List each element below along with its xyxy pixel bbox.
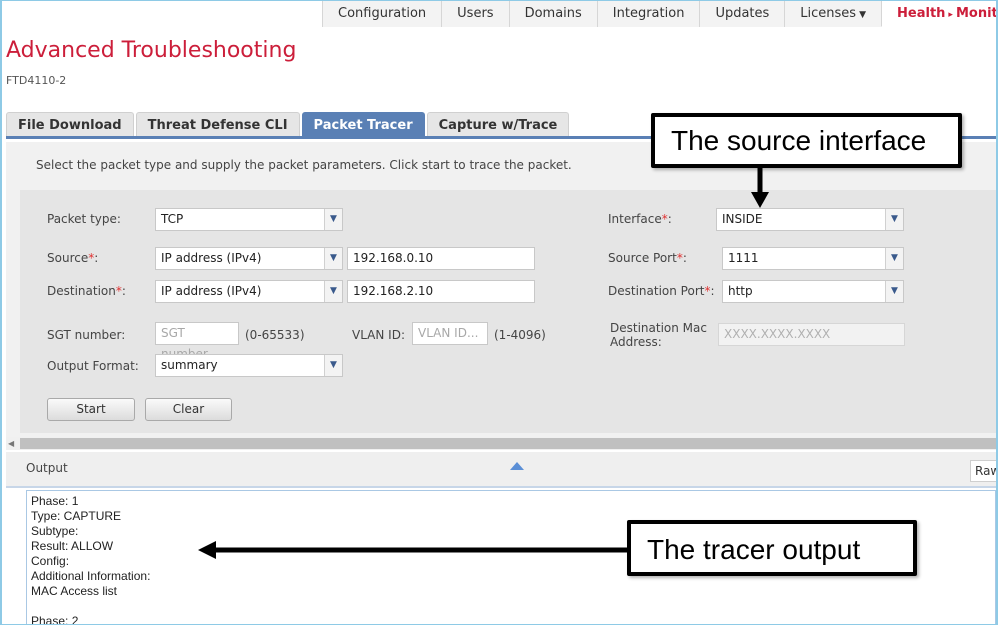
packet-type-select[interactable]: TCP ▼ bbox=[155, 208, 343, 231]
caret-down-icon: ▼ bbox=[859, 10, 867, 20]
destination-mac-label: Destination Mac Address: bbox=[610, 321, 707, 349]
output-line: Phase: 1 bbox=[31, 494, 79, 508]
output-format-select[interactable]: summary ▼ bbox=[155, 354, 343, 377]
scroll-left-icon[interactable]: ◀ bbox=[8, 437, 14, 450]
label-colon: : bbox=[121, 284, 126, 298]
nav-integration[interactable]: Integration bbox=[596, 0, 700, 27]
start-button[interactable]: Start bbox=[47, 398, 135, 421]
source-type-select[interactable]: IP address (IPv4) ▼ bbox=[155, 247, 343, 270]
device-name: FTD4110-2 bbox=[6, 74, 67, 87]
source-port-value: 1111 bbox=[728, 251, 759, 265]
destination-label: Destination*: bbox=[47, 284, 126, 298]
source-label-text: Source bbox=[47, 251, 89, 265]
nav-licenses-label: Licenses bbox=[800, 6, 857, 21]
output-label: Output bbox=[26, 461, 68, 475]
page-title: Advanced Troubleshooting bbox=[6, 38, 297, 63]
source-port-select[interactable]: 1111 ▼ bbox=[722, 247, 904, 270]
vlan-id-input[interactable]: VLAN ID... bbox=[412, 322, 488, 345]
packet-type-value: TCP bbox=[161, 212, 184, 226]
vlan-range: (1-4096) bbox=[494, 328, 546, 342]
tab-file-download[interactable]: File Download bbox=[6, 112, 134, 137]
chevron-down-icon: ▼ bbox=[885, 281, 903, 302]
interface-value: INSIDE bbox=[722, 212, 763, 226]
destination-type-value: IP address (IPv4) bbox=[161, 284, 262, 298]
chevron-down-icon: ▼ bbox=[324, 355, 342, 376]
source-type-value: IP address (IPv4) bbox=[161, 251, 262, 265]
destination-ip-input[interactable]: 192.168.2.10 bbox=[347, 280, 535, 303]
destination-port-value: http bbox=[728, 284, 753, 298]
source-port-label: Source Port*: bbox=[608, 251, 687, 265]
sgt-number-input[interactable]: SGT number. bbox=[155, 322, 239, 361]
chevron-down-icon: ▼ bbox=[885, 209, 903, 230]
output-line: Phase: 2 bbox=[31, 614, 79, 625]
destination-label-text: Destination bbox=[47, 284, 116, 298]
chevron-down-icon: ▼ bbox=[324, 209, 342, 230]
output-header: Output Raw bbox=[6, 452, 998, 488]
horizontal-scrollbar[interactable]: ◀ bbox=[6, 437, 996, 450]
nav-integration-label: Integration bbox=[612, 6, 685, 21]
source-label: Source*: bbox=[47, 251, 98, 265]
sgt-range: (0-65533) bbox=[245, 328, 305, 342]
tab-bar: File Download Threat Defense CLI Packet … bbox=[6, 112, 571, 137]
source-port-label-text: Source Port bbox=[608, 251, 677, 265]
chevron-down-icon: ▼ bbox=[324, 248, 342, 269]
nav-monitor-label: Monitor bbox=[955, 6, 998, 21]
instructions-text: Select the packet type and supply the pa… bbox=[36, 158, 572, 172]
nav-health-label: Health bbox=[897, 6, 946, 21]
destination-mac-label-line1: Destination Mac bbox=[610, 321, 707, 335]
label-colon: : bbox=[682, 251, 687, 265]
label-colon: : bbox=[94, 251, 99, 265]
destination-mac-label-line2: Address: bbox=[610, 335, 662, 349]
nav-users[interactable]: Users bbox=[441, 0, 509, 27]
tab-packet-tracer[interactable]: Packet Tracer bbox=[301, 112, 425, 137]
destination-type-select[interactable]: IP address (IPv4) ▼ bbox=[155, 280, 343, 303]
top-navigation: Configuration Users Domains Integration … bbox=[322, 0, 998, 27]
clear-button[interactable]: Clear bbox=[145, 398, 232, 421]
output-format-toggle[interactable]: Raw bbox=[970, 460, 998, 482]
nav-updates[interactable]: Updates bbox=[699, 0, 785, 27]
chevron-down-icon: ▼ bbox=[324, 281, 342, 302]
sgt-label: SGT number: bbox=[47, 328, 126, 342]
vlan-label: VLAN ID: bbox=[352, 328, 405, 342]
chevron-down-icon: ▼ bbox=[885, 248, 903, 269]
nav-licenses[interactable]: Licenses ▼ bbox=[784, 0, 882, 27]
nav-domains-label: Domains bbox=[524, 6, 582, 21]
destination-port-label-text: Destination Port bbox=[608, 284, 705, 298]
destination-mac-input[interactable]: XXXX.XXXX.XXXX bbox=[718, 323, 905, 346]
tab-capture-with-trace[interactable]: Capture w/Trace bbox=[426, 112, 570, 137]
collapse-up-icon[interactable] bbox=[510, 462, 524, 470]
destination-port-select[interactable]: http ▼ bbox=[722, 280, 904, 303]
output-line: MAC Access list bbox=[31, 584, 118, 598]
interface-select[interactable]: INSIDE ▼ bbox=[716, 208, 904, 231]
nav-health-monitor[interactable]: Health▸Monitor bbox=[881, 0, 998, 27]
source-ip-input[interactable]: 192.168.0.10 bbox=[347, 247, 535, 270]
annotation-tracer-output: The tracer output bbox=[627, 520, 917, 576]
label-colon: : bbox=[667, 212, 672, 226]
nav-updates-label: Updates bbox=[715, 6, 770, 21]
output-format-label: Output Format: bbox=[47, 359, 139, 373]
label-colon: : bbox=[710, 284, 715, 298]
packet-type-label: Packet type: bbox=[47, 212, 121, 226]
nav-users-label: Users bbox=[457, 6, 494, 21]
nav-domains[interactable]: Domains bbox=[508, 0, 597, 27]
scrollbar-thumb[interactable] bbox=[20, 438, 996, 449]
annotation-source-interface: The source interface bbox=[651, 113, 962, 168]
destination-port-label: Destination Port*: bbox=[608, 284, 715, 298]
breadcrumb-arrow-icon: ▸ bbox=[948, 10, 953, 20]
nav-configuration[interactable]: Configuration bbox=[322, 0, 442, 27]
output-format-value: summary bbox=[161, 358, 218, 372]
interface-label: Interface*: bbox=[608, 212, 672, 226]
tab-threat-defense-cli[interactable]: Threat Defense CLI bbox=[135, 112, 300, 137]
interface-label-text: Interface bbox=[608, 212, 662, 226]
nav-configuration-label: Configuration bbox=[338, 6, 427, 21]
